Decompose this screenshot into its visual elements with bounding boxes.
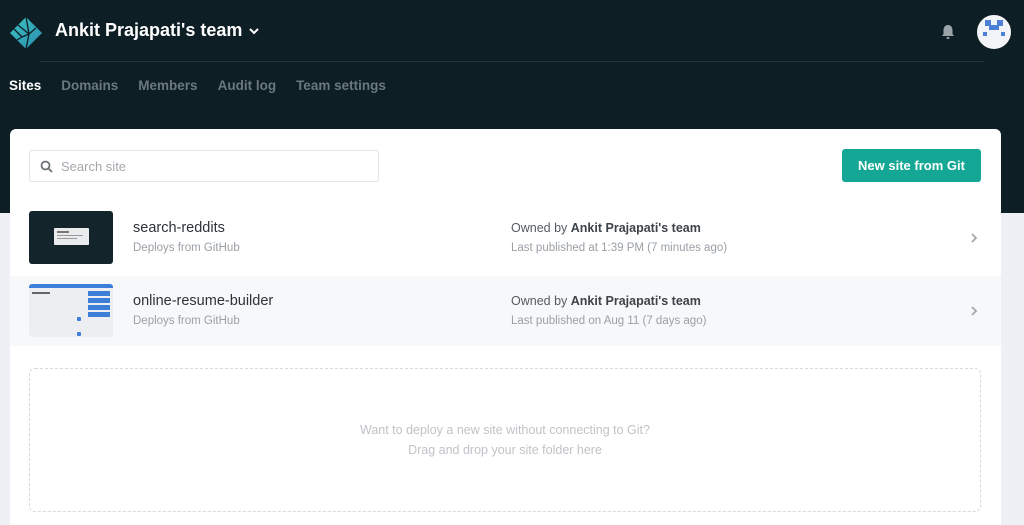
team-switcher[interactable]: Ankit Prajapati's team — [55, 20, 260, 41]
avatar-pattern-icon — [979, 17, 1009, 47]
tab-sites[interactable]: Sites — [9, 78, 41, 93]
owner-prefix: Owned by — [511, 294, 568, 308]
netlify-logo-icon[interactable] — [9, 16, 43, 50]
user-avatar[interactable] — [977, 15, 1011, 49]
tab-audit-log[interactable]: Audit log — [218, 78, 276, 93]
team-nav: Sites Domains Members Audit log Team set… — [9, 78, 386, 93]
site-published: Last published on Aug 11 (7 days ago) — [511, 315, 707, 327]
owner-name: Ankit Prajapati's team — [570, 294, 701, 308]
dropzone-hint: Drag and drop your site folder here — [408, 443, 602, 457]
chevron-right-icon — [971, 233, 978, 243]
site-thumbnail — [29, 211, 113, 264]
owner-prefix: Owned by — [511, 221, 568, 235]
new-site-from-git-button[interactable]: New site from Git — [842, 149, 981, 182]
tab-domains[interactable]: Domains — [61, 78, 118, 93]
site-row[interactable]: online-resume-builder Deploys from GitHu… — [10, 276, 1001, 346]
site-source: Deploys from GitHub — [133, 242, 240, 254]
chevron-right-icon — [971, 306, 978, 316]
search-input[interactable] — [61, 158, 361, 174]
team-name: Ankit Prajapati's team — [55, 20, 243, 40]
site-owner: Owned by Ankit Prajapati's team — [511, 294, 701, 308]
site-thumbnail — [29, 284, 113, 337]
tab-members[interactable]: Members — [138, 78, 197, 93]
tab-team-settings[interactable]: Team settings — [296, 78, 386, 93]
site-source: Deploys from GitHub — [133, 315, 240, 327]
site-row[interactable]: search-reddits Deploys from GitHub Owned… — [10, 203, 1001, 273]
sites-card: New site from Git search-reddits Deploys… — [10, 129, 1001, 525]
site-owner: Owned by Ankit Prajapati's team — [511, 221, 701, 235]
search-box[interactable] — [29, 150, 379, 182]
site-name[interactable]: online-resume-builder — [133, 293, 273, 309]
owner-name: Ankit Prajapati's team — [570, 221, 701, 235]
dropzone-prompt: Want to deploy a new site without connec… — [360, 423, 650, 437]
site-published: Last published at 1:39 PM (7 minutes ago… — [511, 242, 728, 254]
bell-icon[interactable] — [938, 22, 958, 42]
header-divider — [40, 61, 984, 62]
search-icon — [40, 160, 53, 173]
chevron-down-icon — [249, 27, 260, 34]
site-name[interactable]: search-reddits — [133, 220, 225, 236]
drag-drop-zone[interactable]: Want to deploy a new site without connec… — [29, 368, 981, 512]
